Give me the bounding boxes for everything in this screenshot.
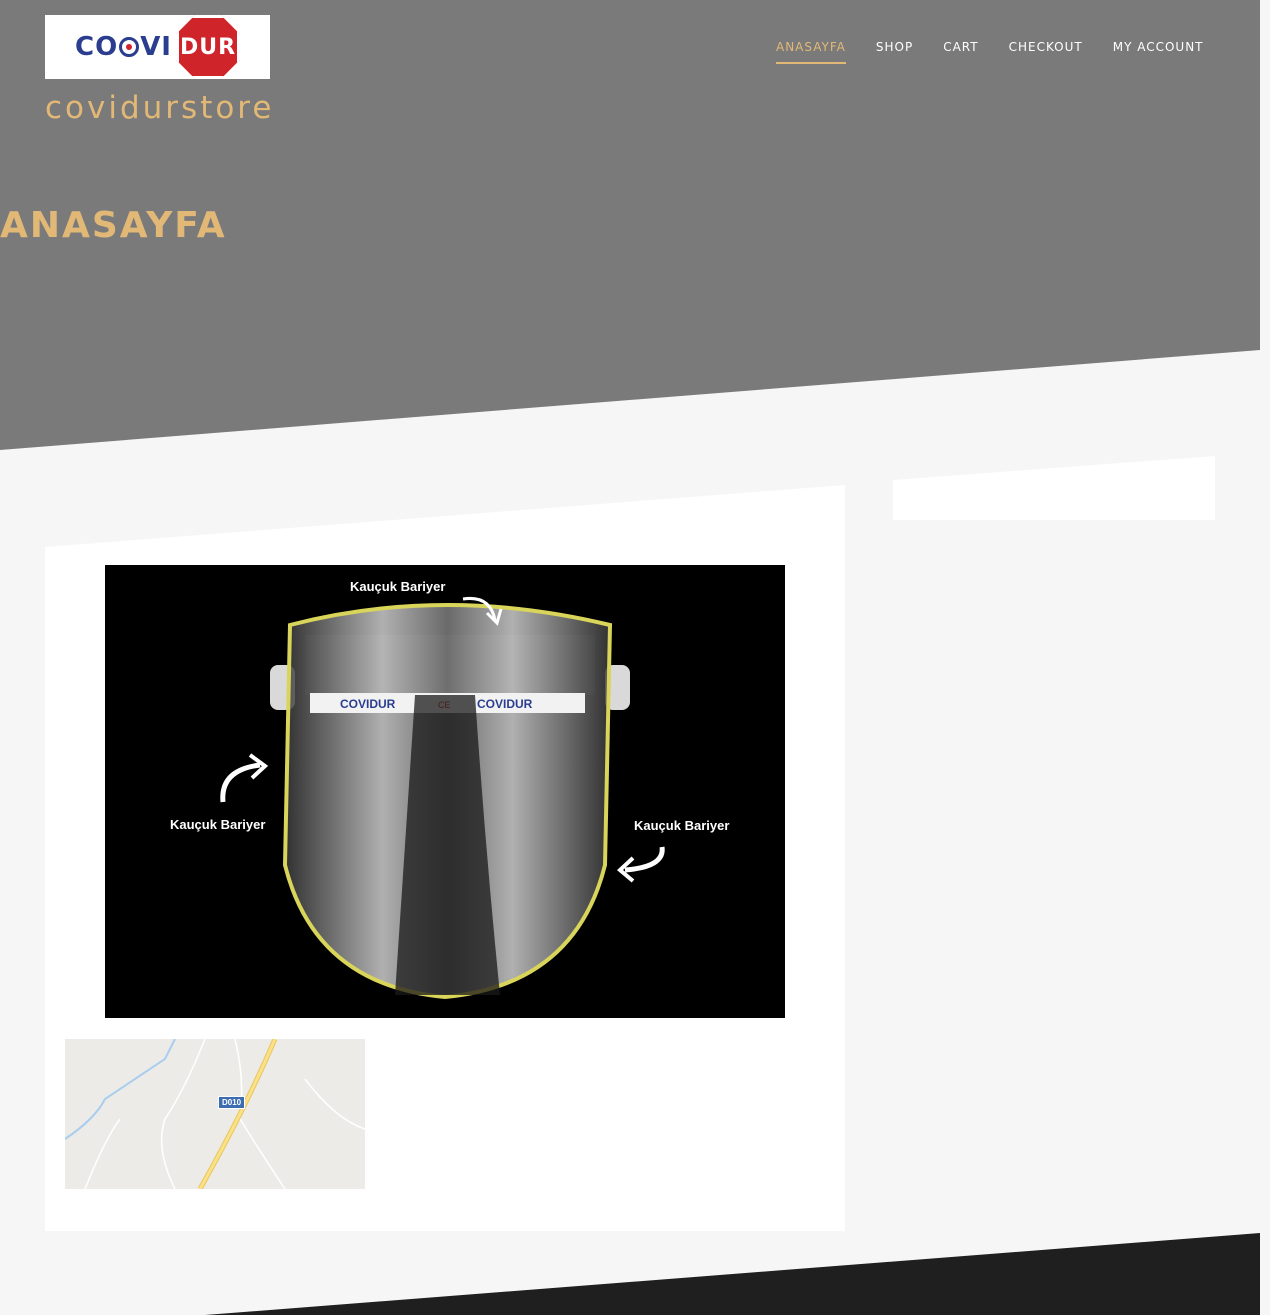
footer-band: [205, 1233, 1260, 1315]
main-nav: ANASAYFA SHOP CART CHECKOUT MY ACCOUNT: [776, 40, 1234, 64]
site-title[interactable]: covidurstore: [45, 90, 274, 126]
virus-icon: [119, 37, 140, 57]
nav-item-cart[interactable]: CART: [943, 40, 978, 64]
nav-item-anasayfa[interactable]: ANASAYFA: [776, 40, 846, 64]
face-shield-product-image[interactable]: COVIDUR CE COVIDUR Kauçuk Bariyer Kauçuk…: [105, 565, 785, 1018]
logo-text-co: CO: [75, 32, 119, 62]
sidebar-widget: [893, 456, 1215, 520]
logo-text-dur: DUR: [179, 34, 237, 60]
face-shield-illustration: COVIDUR CE COVIDUR: [105, 565, 785, 1018]
page-title: ANASAYFA: [0, 205, 227, 246]
map-embed[interactable]: [65, 1039, 365, 1189]
logo-text-vi: VI: [140, 32, 172, 62]
image-label-left: Kauçuk Bariyer: [170, 817, 266, 832]
nav-item-checkout[interactable]: CHECKOUT: [1009, 40, 1083, 64]
image-label-top: Kauçuk Bariyer: [350, 579, 446, 594]
stop-sign-icon: DUR: [175, 15, 240, 79]
scrollbar[interactable]: [1260, 0, 1270, 1315]
logo-wordmark: CO VI DUR: [75, 15, 240, 79]
nav-item-shop[interactable]: SHOP: [876, 40, 913, 64]
band-logo-text: COVIDUR: [340, 697, 396, 711]
band-logo-text-2: COVIDUR: [477, 697, 533, 711]
road-label-badge: D010: [218, 1096, 246, 1109]
nav-item-my-account[interactable]: MY ACCOUNT: [1113, 40, 1204, 64]
map-tiles: [65, 1039, 365, 1189]
image-label-right: Kauçuk Bariyer: [634, 818, 730, 833]
site-logo[interactable]: CO VI DUR: [45, 15, 270, 79]
